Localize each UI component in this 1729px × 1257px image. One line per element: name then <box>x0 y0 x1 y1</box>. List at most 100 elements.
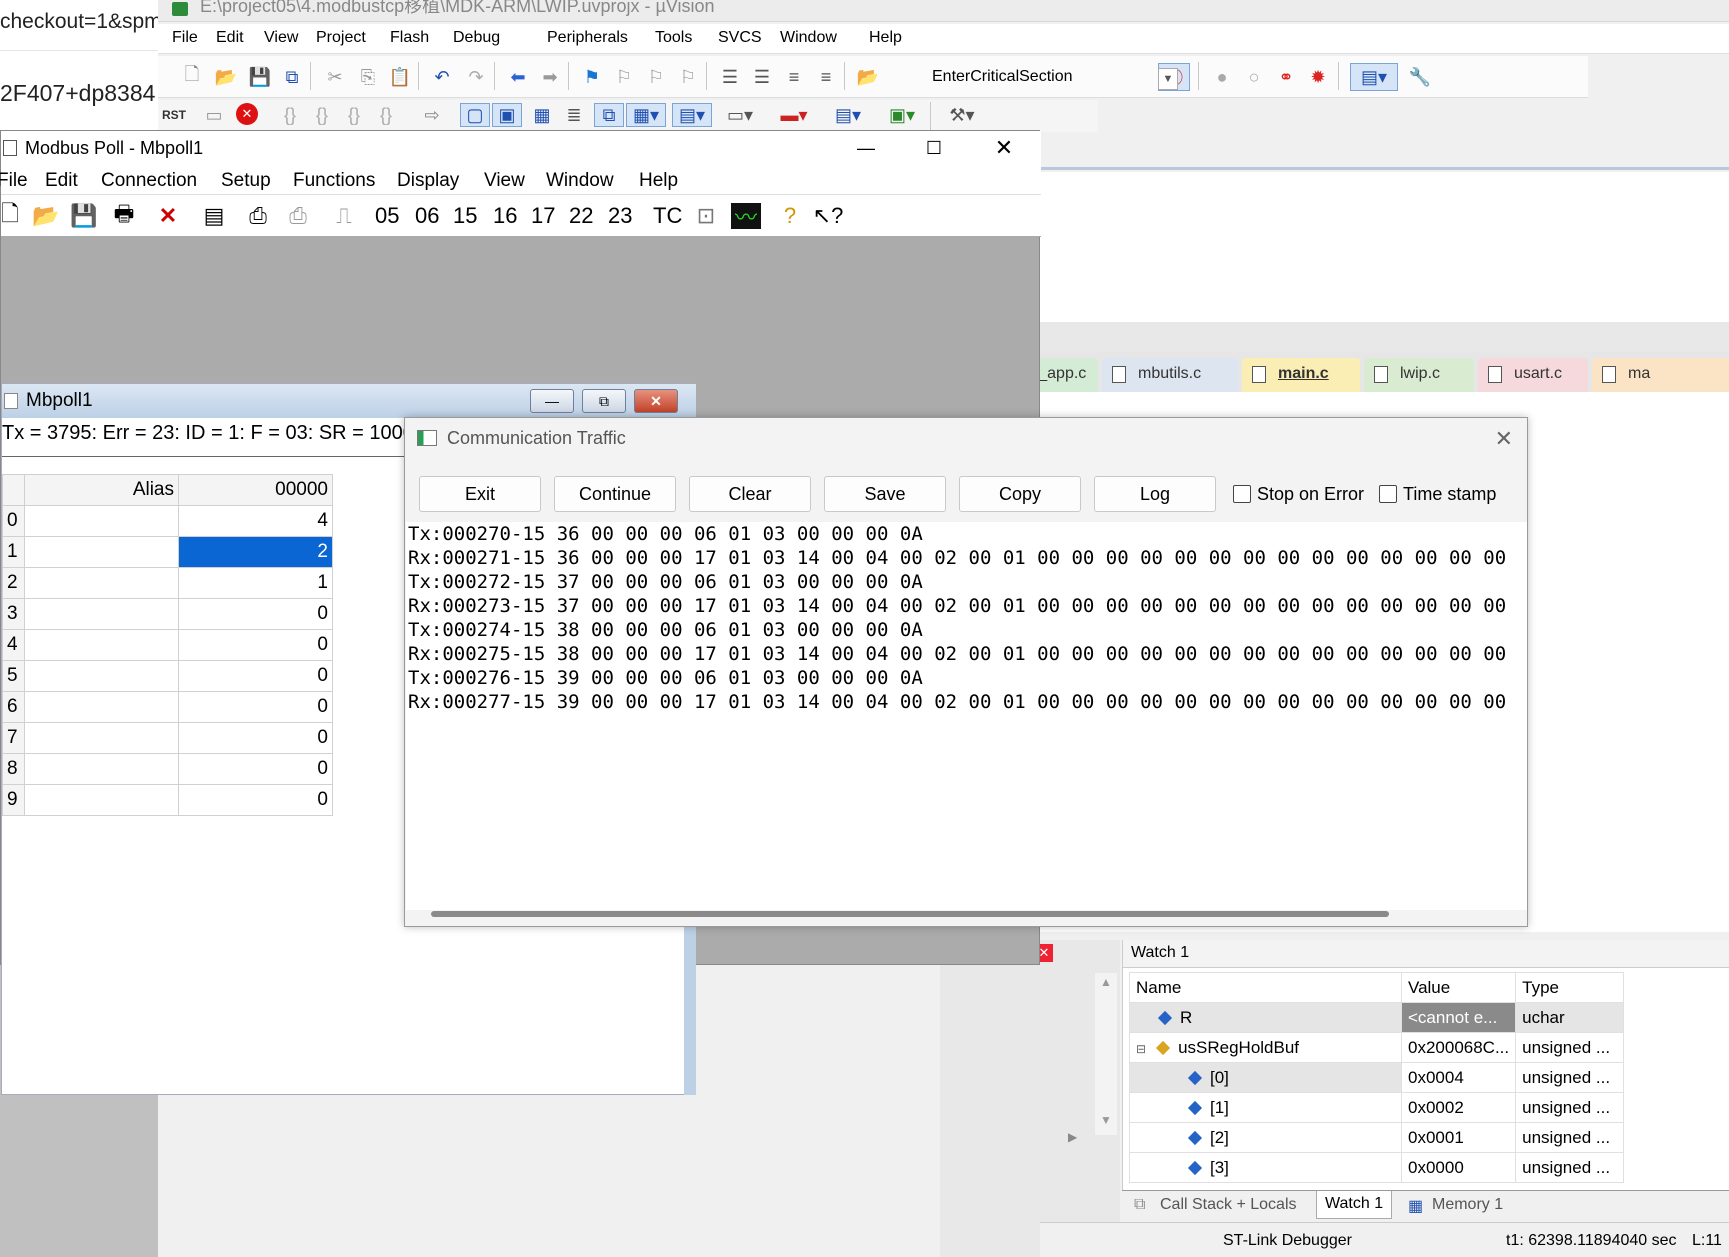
mb-menu-display[interactable]: Display <box>397 170 459 192</box>
step-out-icon[interactable]: {} <box>342 103 366 127</box>
mb-menu-file[interactable]: File <box>0 170 28 192</box>
breakpoint-kill-all-icon[interactable]: ✹ <box>1306 65 1330 89</box>
alias-cell[interactable] <box>24 753 179 785</box>
traffic-monitor-icon[interactable]: ⊡ <box>691 202 721 230</box>
uv-menu-tools[interactable]: Tools <box>655 29 692 47</box>
uncomment-icon[interactable]: ≡ <box>814 65 838 89</box>
read-write-icon[interactable]: ⎙ <box>243 202 273 230</box>
save-icon[interactable]: 💾 <box>248 65 272 89</box>
registers-window-icon[interactable]: ≣ <box>562 103 586 127</box>
single-read-icon[interactable]: ⎍ <box>329 202 359 230</box>
trace-window-icon[interactable]: ▤▾ <box>828 103 868 127</box>
window-layout-icon[interactable]: ▤▾ <box>1350 63 1398 91</box>
value-cell[interactable]: 0 <box>178 753 333 785</box>
watch-header-type[interactable]: Type <box>1515 972 1625 1003</box>
fc-22-button[interactable]: 22 <box>569 203 593 229</box>
alias-cell[interactable] <box>24 567 179 599</box>
analysis-window-icon[interactable]: ▬▾ <box>774 103 814 127</box>
memory-window-icon[interactable]: ▤▾ <box>672 103 712 127</box>
file-tab-mbutils[interactable]: mbutils.c <box>1102 358 1238 392</box>
find-in-files-icon[interactable]: 📂 <box>856 65 880 89</box>
mb-menu-functions[interactable]: Functions <box>293 170 375 192</box>
nav-forward-icon[interactable]: ➡ <box>538 65 562 89</box>
help-icon[interactable]: ? <box>775 202 805 230</box>
watch-value[interactable]: 0x200068C... <box>1400 1032 1517 1063</box>
clear-button[interactable]: Clear <box>689 476 811 512</box>
new-file-icon[interactable]: 🗋 <box>180 64 204 89</box>
paste-icon[interactable]: 📋 <box>388 65 412 89</box>
watch-value[interactable]: 0x0000 <box>1400 1152 1517 1183</box>
breakpoint-disable-icon[interactable]: ○ <box>1242 65 1266 89</box>
run-icon[interactable]: ▭ <box>202 103 226 127</box>
register-row[interactable]: 40 <box>2 629 333 661</box>
register-row[interactable]: 21 <box>2 567 333 599</box>
bookmark-next-icon[interactable]: ⚐ <box>644 65 668 89</box>
value-cell-selected[interactable]: 2 <box>178 536 333 568</box>
uv-menu-help[interactable]: Help <box>869 29 902 47</box>
reset-icon[interactable]: RST <box>162 103 186 127</box>
scroll-right-icon[interactable]: ▶ <box>1068 1130 1077 1144</box>
uv-menu-file[interactable]: File <box>172 29 198 47</box>
register-row[interactable]: 70 <box>2 722 333 754</box>
register-row[interactable]: 90 <box>2 784 333 816</box>
scroll-up-icon[interactable]: ▲ <box>1100 975 1112 989</box>
indent-icon[interactable]: ☰ <box>718 65 742 89</box>
chevron-down-icon[interactable]: ▼ <box>1158 68 1178 90</box>
breakpoint-disable-all-icon[interactable]: ⚭ <box>1274 65 1298 89</box>
uv-menu-window[interactable]: Window <box>780 29 837 47</box>
copy-button[interactable]: Copy <box>959 476 1081 512</box>
open-folder-icon[interactable]: 📂 <box>31 202 61 230</box>
watch-value[interactable]: 0x0002 <box>1400 1092 1517 1123</box>
fc-23-button[interactable]: 23 <box>608 203 632 229</box>
copy-icon[interactable]: ⎘ <box>356 65 380 89</box>
fc-06-button[interactable]: 06 <box>415 203 439 229</box>
time-stamp-checkbox[interactable]: Time stamp <box>1379 484 1496 505</box>
watch-value[interactable]: <cannot e... <box>1400 1002 1517 1033</box>
undo-icon[interactable]: ↶ <box>430 65 454 89</box>
register-row[interactable]: 60 <box>2 691 333 723</box>
alias-cell[interactable] <box>24 660 179 692</box>
step-over-icon[interactable]: {} <box>310 103 334 127</box>
value-cell[interactable]: 0 <box>178 784 333 816</box>
minimize-button[interactable]: — <box>843 133 889 163</box>
traffic-log[interactable]: Tx:000270-15 36 00 00 00 06 01 03 00 00 … <box>406 522 1527 910</box>
collapse-icon[interactable]: ⊟ <box>1136 1042 1146 1056</box>
save-all-icon[interactable]: ⧉ <box>280 65 304 89</box>
open-folder-icon[interactable]: 📂 <box>214 65 238 89</box>
watch-scrollbar[interactable]: ▲ ▼ <box>1095 973 1117 1135</box>
register-row[interactable]: 04 <box>2 505 333 537</box>
value-cell[interactable]: 0 <box>178 660 333 692</box>
register-row[interactable]: 80 <box>2 753 333 785</box>
tab-call-stack[interactable]: Call Stack + Locals <box>1160 1196 1297 1214</box>
watch-window-icon[interactable]: ▦▾ <box>626 103 666 127</box>
tc-button[interactable]: TC <box>653 203 682 229</box>
window-icon[interactable]: ▤ <box>199 202 229 230</box>
mb-menu-edit[interactable]: Edit <box>45 170 78 192</box>
alias-cell[interactable] <box>24 505 179 537</box>
restore-button[interactable]: ⧉ <box>582 389 626 413</box>
value-cell[interactable]: 0 <box>178 722 333 754</box>
uv-menu-peripherals[interactable]: Peripherals <box>547 29 628 47</box>
function-combo[interactable]: EnterCriticalSection ▼ <box>920 64 1178 92</box>
file-tab-main[interactable]: main.c <box>1242 358 1360 392</box>
serial-window-icon[interactable]: ▭▾ <box>720 103 760 127</box>
watch-value[interactable]: 0x0004 <box>1400 1062 1517 1093</box>
watch-row[interactable]: [1] 0x0002 unsigned ... <box>1129 1092 1625 1123</box>
value-cell[interactable]: 0 <box>178 598 333 630</box>
watch-row[interactable]: [3] 0x0000 unsigned ... <box>1129 1152 1625 1183</box>
fc-05-button[interactable]: 05 <box>375 203 399 229</box>
bookmark-clear-icon[interactable]: ⚐ <box>676 65 700 89</box>
close-button[interactable]: ✕ <box>981 133 1027 163</box>
checkbox-box[interactable] <box>1233 485 1251 503</box>
register-row[interactable]: 12 <box>2 536 333 568</box>
command-window-icon[interactable]: ▢ <box>460 103 490 127</box>
value-cell[interactable]: 0 <box>178 629 333 661</box>
save-icon[interactable]: 💾 <box>69 202 99 230</box>
file-tab-usart[interactable]: usart.c <box>1478 358 1588 392</box>
alias-cell[interactable] <box>24 784 179 816</box>
alias-cell[interactable] <box>24 629 179 661</box>
value-cell[interactable]: 1 <box>178 567 333 599</box>
watch-header-name[interactable]: Name <box>1129 972 1402 1003</box>
maximize-button[interactable]: ☐ <box>911 133 957 163</box>
stop-icon[interactable]: ✕ <box>236 103 258 125</box>
